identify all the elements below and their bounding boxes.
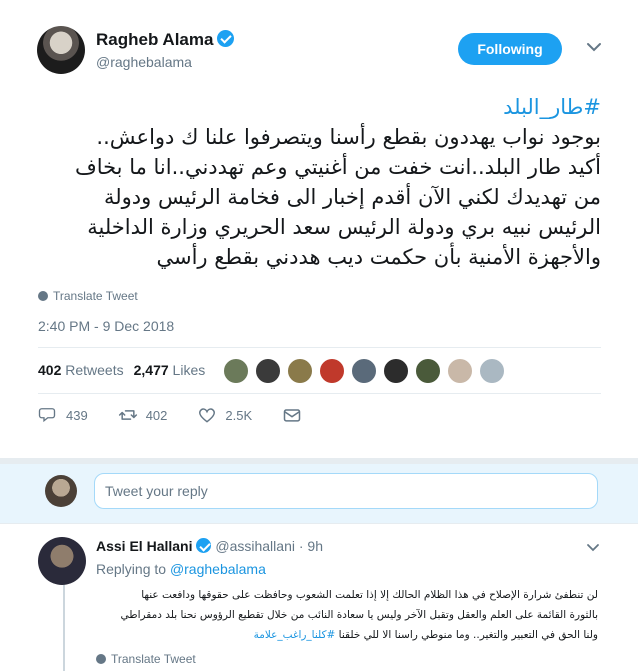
- reply-composer: Tweet your reply: [0, 464, 638, 524]
- chevron-down-icon[interactable]: [586, 541, 600, 555]
- retweets-label: Retweets: [65, 362, 124, 378]
- reply-author-name[interactable]: Assi El Hallani: [96, 538, 192, 554]
- tweet-line: بوجود نواب يهددون بقطع رأسنا ويتصرفوا عل…: [96, 125, 601, 149]
- liker-avatar[interactable]: [447, 358, 473, 384]
- globe-icon: [38, 291, 48, 301]
- retweets-stat[interactable]: 402 Retweets: [38, 362, 124, 378]
- replying-to: Replying to @raghebalama: [96, 561, 266, 577]
- liker-avatar[interactable]: [479, 358, 505, 384]
- reply-line: بالثورة القائمة على العلم والعقل وتقبل ا…: [120, 609, 598, 621]
- tweet-text: #طار_البلد بوجود نواب يهددون بقطع رأسنا …: [38, 92, 601, 272]
- author-handle[interactable]: @raghebalama: [96, 54, 192, 70]
- retweet-count: 402: [145, 407, 168, 423]
- message-action[interactable]: [282, 405, 302, 425]
- liker-avatar[interactable]: [287, 358, 313, 384]
- verified-badge-icon: [196, 538, 212, 553]
- liker-avatars: [223, 358, 505, 384]
- globe-icon: [96, 654, 106, 664]
- author-name[interactable]: Ragheb Alama: [96, 30, 235, 50]
- retweet-icon: [118, 410, 137, 420]
- liker-avatar[interactable]: [319, 358, 345, 384]
- likes-label: Likes: [172, 362, 206, 378]
- verified-badge-icon: [217, 30, 235, 47]
- replying-prefix: Replying to: [96, 561, 167, 577]
- liker-avatar[interactable]: [351, 358, 377, 384]
- divider: [38, 393, 601, 394]
- envelope-icon: [283, 409, 301, 422]
- reply-tweet: Assi El Hallani @assihallani · 9h Replyi…: [0, 525, 638, 671]
- user-avatar: [45, 475, 77, 507]
- tweet-hashtag[interactable]: #طار_البلد: [38, 92, 601, 122]
- liker-avatar[interactable]: [223, 358, 249, 384]
- main-tweet: Ragheb Alama @raghebalama Following #طار…: [0, 0, 638, 460]
- tweet-timestamp[interactable]: 2:40 PM - 9 Dec 2018: [38, 318, 174, 334]
- tweet-stats: 402 Retweets 2,477 Likes: [38, 362, 205, 378]
- reply-text: لن تنطفئ شرارة الإصلاح في هذا الظلام الح…: [96, 585, 598, 645]
- reply-count: 439: [66, 407, 88, 423]
- reply-time[interactable]: · 9h: [299, 538, 323, 554]
- tweet-actions: 439 402 2.5K: [38, 405, 332, 425]
- likes-count: 2,477: [133, 362, 169, 378]
- liker-avatar[interactable]: [255, 358, 281, 384]
- liker-avatar[interactable]: [415, 358, 441, 384]
- likes-stat[interactable]: 2,477 Likes: [134, 362, 206, 378]
- reply-action[interactable]: 439: [38, 405, 88, 425]
- thread-line: [63, 585, 65, 671]
- tweet-line: والأجهزة الأمنية بأن حكمت ديب هددني بقطع…: [156, 245, 602, 269]
- retweets-count: 402: [38, 362, 62, 378]
- tweet-line: أكيد طار البلد..انت خفت من أغنيتي وعم ته…: [74, 155, 601, 179]
- like-action[interactable]: 2.5K: [197, 405, 252, 425]
- reply-hashtag[interactable]: #كلنا_راغب_علامة: [254, 629, 336, 641]
- reply-icon: [38, 408, 56, 423]
- reply-author-handle[interactable]: @assihallani: [215, 538, 295, 554]
- divider: [38, 347, 601, 348]
- heart-icon: [199, 408, 216, 423]
- retweet-action[interactable]: 402: [118, 405, 168, 425]
- reply-line: لن تنطفئ شرارة الإصلاح في هذا الظلام الح…: [141, 589, 598, 601]
- replying-mention[interactable]: @raghebalama: [170, 561, 266, 577]
- author-name-text[interactable]: Ragheb Alama: [96, 30, 213, 49]
- tweet-line: الرئيس نبيه بري ودولة الرئيس سعد الحريري…: [87, 215, 601, 239]
- translate-label[interactable]: Translate Tweet: [53, 289, 138, 303]
- translate-tweet-link[interactable]: Translate Tweet: [38, 289, 138, 303]
- liker-avatar[interactable]: [383, 358, 409, 384]
- reply-translate-link[interactable]: Translate Tweet: [96, 652, 196, 666]
- tweet-line: من تهديدك لكني الآن أقدم إخبار الى فخامة…: [104, 185, 601, 209]
- reply-header: Assi El Hallani @assihallani · 9h: [96, 538, 323, 554]
- following-button[interactable]: Following: [458, 33, 562, 65]
- reply-author-avatar[interactable]: [38, 537, 86, 585]
- like-count: 2.5K: [225, 407, 253, 423]
- author-avatar[interactable]: [37, 26, 85, 74]
- reply-input[interactable]: Tweet your reply: [94, 473, 598, 509]
- reply-line: ولنا الحق في التعبير والتغير.. وما منوطي…: [338, 629, 598, 641]
- chevron-down-icon[interactable]: [585, 38, 603, 56]
- translate-label[interactable]: Translate Tweet: [111, 652, 196, 666]
